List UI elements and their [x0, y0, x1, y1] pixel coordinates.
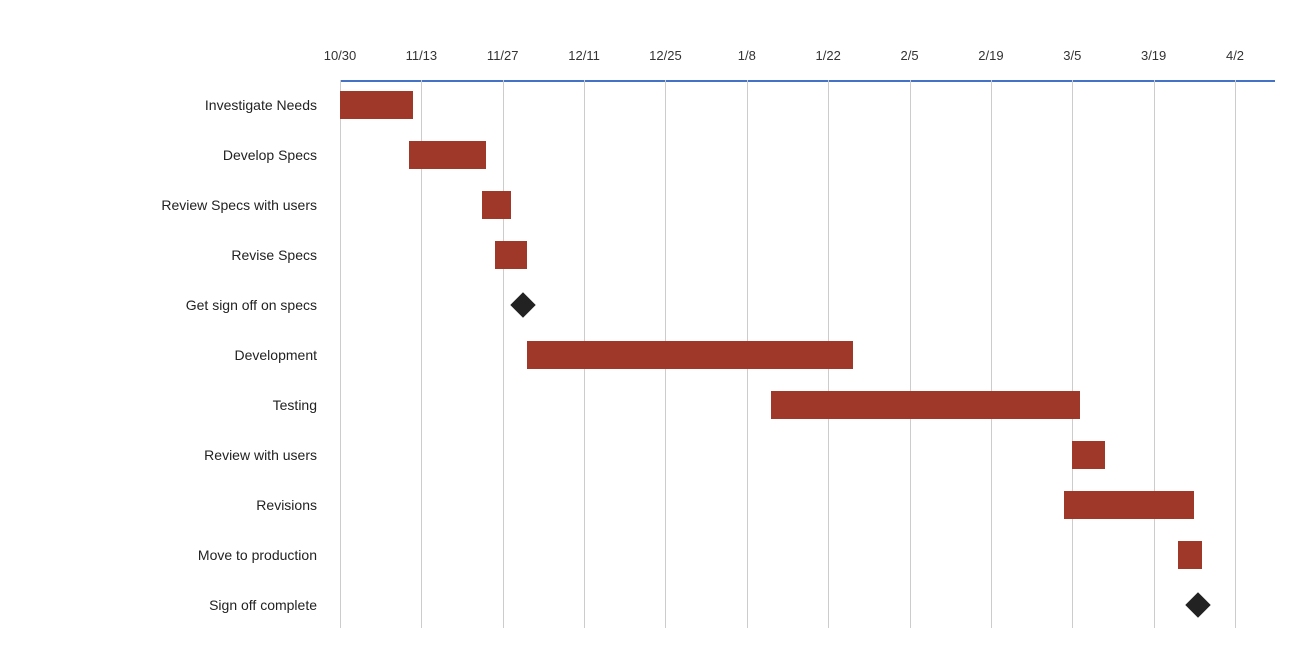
gantt-bar-0 — [340, 91, 413, 119]
date-label-8: 2/19 — [978, 48, 1003, 63]
task-row-3: Revise Specs — [20, 230, 1275, 280]
date-label-3: 12/11 — [568, 48, 600, 63]
task-label-1: Develop Specs — [20, 147, 335, 163]
task-row-4: Get sign off on specs — [20, 280, 1275, 330]
task-row-10: Sign off complete — [20, 580, 1275, 630]
chart-inner: 10/30 11/13 11/27 12/11 12/25 1/8 1/22 2/5 2/19 3… — [20, 40, 1275, 628]
task-row-2: Review Specs with users — [20, 180, 1275, 230]
gantt-bar-6 — [771, 391, 1080, 419]
gantt-bar-3 — [495, 241, 528, 269]
date-label-5: 1/8 — [738, 48, 756, 63]
gantt-bar-1 — [409, 141, 486, 169]
gantt-bar-5 — [527, 341, 852, 369]
date-label-11: 4/2 — [1226, 48, 1244, 63]
task-label-8: Revisions — [20, 497, 335, 513]
task-label-2: Review Specs with users — [20, 197, 335, 213]
task-label-5: Development — [20, 347, 335, 363]
timeline-header: 10/3011/1311/2712/1112/251/81/222/52/193… — [340, 40, 1275, 80]
task-label-10: Sign off complete — [20, 597, 335, 613]
task-label-4: Get sign off on specs — [20, 297, 335, 313]
task-label-7: Review with users — [20, 447, 335, 463]
gantt-bar-8 — [1064, 491, 1194, 519]
gantt-bar-2 — [482, 191, 510, 219]
date-label-10: 3/19 — [1141, 48, 1166, 63]
task-row-6: Testing — [20, 380, 1275, 430]
task-row-1: Develop Specs — [20, 130, 1275, 180]
date-label-1: 11/13 — [406, 48, 438, 63]
date-label-2: 11/27 — [487, 48, 519, 63]
task-label-6: Testing — [20, 397, 335, 413]
diamond-milestone-10 — [1186, 592, 1211, 617]
task-row-9: Move to production — [20, 530, 1275, 580]
task-label-3: Revise Specs — [20, 247, 335, 263]
task-row-0: Investigate Needs — [20, 80, 1275, 130]
date-label-0: 10/30 — [324, 48, 357, 63]
gantt-bar-9 — [1178, 541, 1202, 569]
task-row-5: Development — [20, 330, 1275, 380]
date-label-9: 3/5 — [1063, 48, 1081, 63]
date-label-4: 12/25 — [649, 48, 682, 63]
gantt-bar-7 — [1072, 441, 1105, 469]
task-row-8: Revisions — [20, 480, 1275, 530]
chart-container: 10/30 11/13 11/27 12/11 12/25 1/8 1/22 2/5 2/19 3… — [0, 0, 1315, 668]
task-label-9: Move to production — [20, 547, 335, 563]
diamond-milestone-4 — [510, 292, 535, 317]
date-label-7: 2/5 — [900, 48, 918, 63]
task-row-7: Review with users — [20, 430, 1275, 480]
task-label-0: Investigate Needs — [20, 97, 335, 113]
date-label-6: 1/22 — [816, 48, 841, 63]
